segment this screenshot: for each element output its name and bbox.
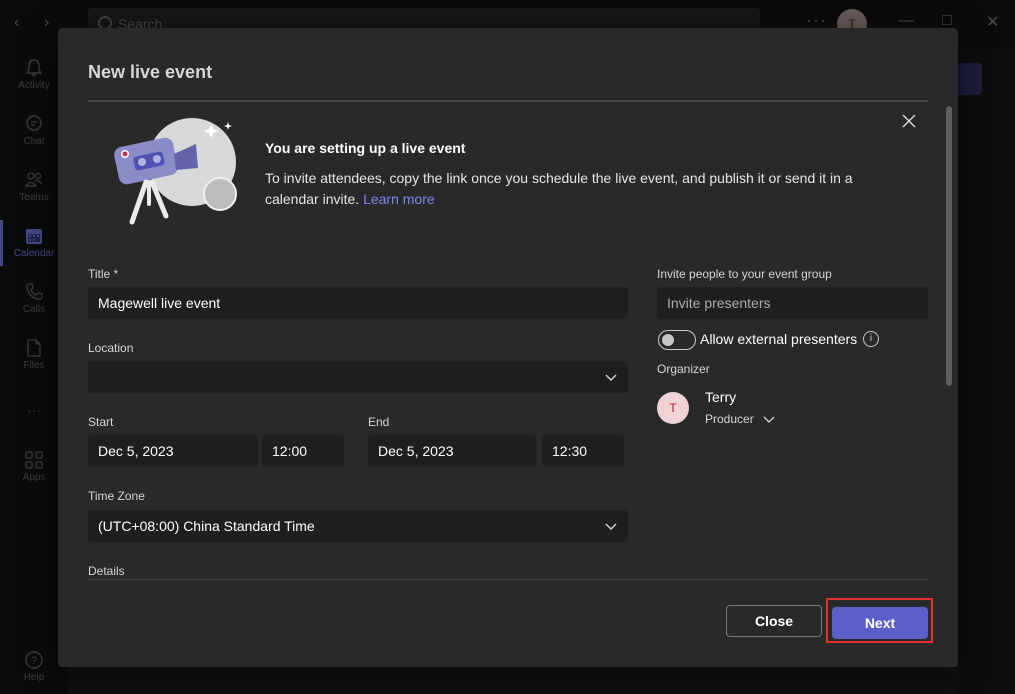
new-live-event-dialog: New live event You are setting up a live… — [58, 28, 958, 667]
start-label: Start — [88, 415, 114, 429]
end-time-input[interactable]: 12:30 — [542, 435, 624, 467]
start-date-input[interactable]: Dec 5, 2023 — [88, 435, 258, 467]
chevron-down-icon[interactable] — [763, 414, 775, 424]
organizer-role[interactable]: Producer — [705, 412, 754, 426]
info-icon[interactable]: i — [863, 331, 879, 347]
next-button[interactable]: Next — [832, 607, 928, 639]
info-body: To invite attendees, copy the link once … — [265, 168, 875, 210]
title-input[interactable]: Magewell live event — [88, 287, 628, 319]
start-time-input[interactable]: 12:00 — [262, 435, 344, 467]
location-input[interactable] — [88, 361, 628, 393]
timezone-label: Time Zone — [88, 489, 145, 503]
details-divider — [88, 579, 928, 580]
invite-label: Invite people to your event group — [657, 267, 832, 281]
end-date-input[interactable]: Dec 5, 2023 — [368, 435, 536, 467]
info-title: You are setting up a live event — [265, 140, 466, 156]
details-label: Details — [88, 564, 125, 578]
toggle-knob — [662, 334, 674, 346]
location-label: Location — [88, 341, 134, 355]
close-button[interactable]: Close — [726, 605, 822, 637]
scrollbar[interactable] — [946, 106, 952, 386]
organizer-name: Terry — [705, 389, 737, 405]
end-label: End — [368, 415, 390, 429]
chevron-down-icon[interactable] — [605, 371, 617, 383]
live-event-illustration — [114, 118, 237, 225]
dialog-title: New live event — [88, 62, 213, 82]
learn-more-link[interactable]: Learn more — [363, 191, 435, 207]
invite-presenters-input[interactable]: Invite presenters — [657, 287, 928, 319]
divider — [88, 100, 928, 102]
title-label: Title * — [88, 267, 119, 281]
teams-app: ‹ › Search ··· T — □ ✕ Activity Chat Tea… — [0, 0, 1015, 694]
avatar: T — [657, 392, 689, 424]
allow-external-label: Allow external presenters — [700, 331, 858, 347]
allow-external-toggle[interactable] — [658, 330, 696, 350]
info-text: To invite attendees, copy the link once … — [265, 170, 853, 207]
close-icon[interactable] — [900, 112, 918, 130]
timezone-select[interactable]: (UTC+08:00) China Standard Time — [88, 510, 628, 542]
organizer-label: Organizer — [657, 362, 710, 376]
chevron-down-icon[interactable] — [605, 520, 617, 532]
